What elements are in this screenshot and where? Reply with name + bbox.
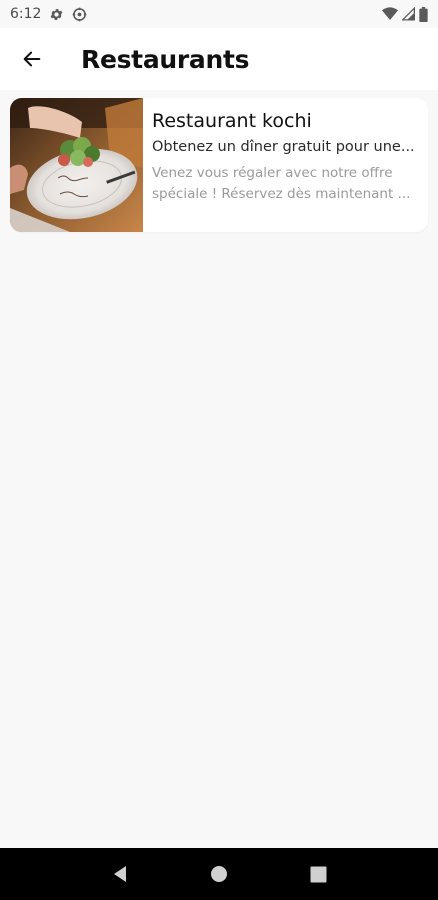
system-nav-bar	[0, 848, 438, 900]
settings-alt-icon	[72, 7, 87, 22]
restaurant-description: Venez vous régaler avec notre offre spéc…	[152, 165, 411, 202]
arrow-left-icon	[23, 51, 41, 67]
restaurant-list: Restaurant kochi Obtenez un dîner gratui…	[10, 98, 428, 232]
restaurant-photo	[10, 98, 143, 232]
home-circle-icon	[210, 866, 227, 882]
back-triangle-icon	[113, 866, 126, 882]
status-left: 6:12	[10, 6, 87, 22]
status-bar: 6:12	[0, 0, 438, 28]
restaurant-subtitle: Obtenez un dîner gratuit pour une...	[152, 139, 415, 155]
status-right	[382, 6, 428, 22]
wifi-icon	[382, 7, 398, 21]
nav-home-button[interactable]	[199, 854, 239, 894]
app-bar: Restaurants	[0, 28, 438, 90]
back-button[interactable]	[12, 39, 52, 79]
recents-square-icon	[310, 866, 327, 882]
restaurant-card-body: Restaurant kochi Obtenez un dîner gratui…	[143, 98, 428, 232]
restaurant-card[interactable]: Restaurant kochi Obtenez un dîner gratui…	[10, 98, 428, 232]
nav-back-button[interactable]	[100, 854, 140, 894]
battery-icon	[419, 6, 428, 22]
status-time: 6:12	[10, 6, 42, 22]
page-title: Restaurants	[81, 44, 250, 74]
screen: 6:12 Restaurants Restaurant kochi Obtene…	[0, 0, 438, 900]
settings-gear-icon	[49, 7, 64, 22]
cell-signal-icon	[402, 7, 415, 21]
nav-recents-button[interactable]	[298, 854, 338, 894]
restaurant-title: Restaurant kochi	[152, 110, 312, 132]
